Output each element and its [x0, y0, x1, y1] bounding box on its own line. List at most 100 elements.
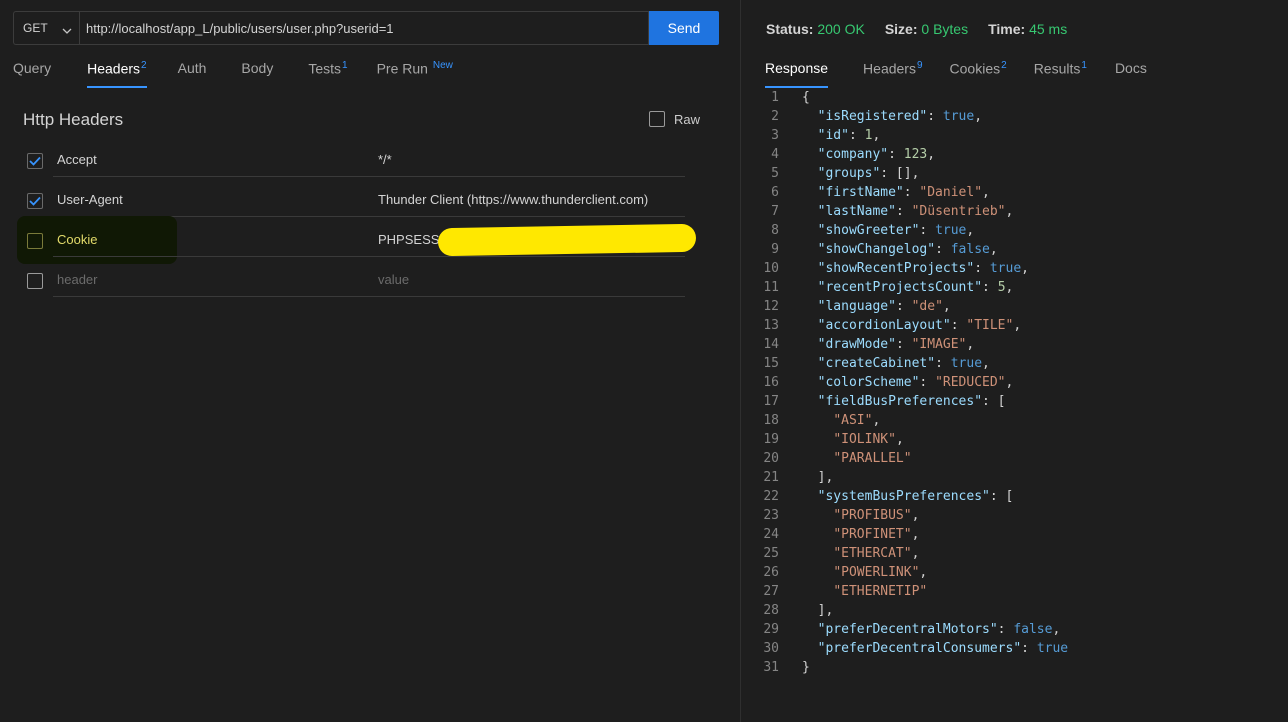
code-text: "firstName": "Daniel", — [817, 185, 990, 200]
header-value-input[interactable]: Thunder Client (https://www.thunderclien… — [374, 183, 685, 217]
line-number: 24 — [763, 527, 779, 542]
code-text: "IOLINK", — [833, 432, 904, 447]
checkbox-empty-icon[interactable] — [649, 111, 665, 127]
tab-headers[interactable]: Headers2 — [87, 60, 148, 88]
code-text: "showChangelog": false, — [817, 242, 998, 257]
line-number: 3 — [771, 128, 779, 143]
code-text: "accordionLayout": "TILE", — [817, 318, 1022, 333]
chevron-down-icon — [62, 24, 72, 38]
code-text: "showRecentProjects": true, — [817, 261, 1029, 276]
tab-auth[interactable]: Auth — [178, 60, 207, 88]
tab-tests[interactable]: Tests1 — [308, 60, 347, 88]
code-line: 7 "lastName": "Düsentrieb", — [741, 202, 1288, 221]
size-label: Size: — [884, 21, 918, 37]
header-row: Accept */* — [27, 143, 697, 177]
code-line: 4 "company": 123, — [741, 145, 1288, 164]
code-line: 22 "systemBusPreferences": [ — [741, 487, 1288, 506]
checkbox-empty-icon[interactable] — [27, 273, 43, 289]
tab-label: Pre Run — [376, 60, 428, 77]
header-key-input[interactable]: Accept — [53, 143, 391, 177]
line-number: 5 — [771, 166, 779, 181]
line-number: 17 — [763, 394, 779, 409]
method-label: GET — [23, 21, 48, 35]
tab-label: Auth — [177, 60, 207, 76]
tab-response[interactable]: Response — [765, 60, 829, 88]
checkbox-checked-icon[interactable] — [27, 153, 43, 169]
code-text: "recentProjectsCount": 5, — [817, 280, 1014, 295]
code-line: 10 "showRecentProjects": true, — [741, 259, 1288, 278]
send-button[interactable]: Send — [649, 11, 719, 45]
url-input[interactable]: http://localhost/app_L/public/users/user… — [79, 11, 649, 45]
line-number: 18 — [763, 413, 779, 428]
header-key-input[interactable]: User-Agent — [53, 183, 391, 217]
tab-label: Tests — [308, 60, 342, 77]
raw-label: Raw — [674, 111, 701, 127]
line-number: 26 — [763, 565, 779, 580]
code-text: "ETHERNETIP" — [833, 584, 928, 599]
header-key-placeholder[interactable]: header — [53, 263, 391, 297]
tab-badge: 1 — [342, 60, 348, 71]
header-key-input[interactable]: Cookie — [53, 223, 391, 257]
code-line: 13 "accordionLayout": "TILE", — [741, 316, 1288, 335]
line-number: 31 — [763, 660, 779, 675]
raw-toggle[interactable]: Raw — [649, 111, 700, 127]
status-field: Status: 200 OK — [766, 21, 865, 37]
code-text: "drawMode": "IMAGE", — [817, 337, 975, 352]
tab-results[interactable]: Results1 — [1034, 60, 1087, 88]
code-text: ], — [802, 470, 834, 485]
code-text: "createCabinet": true, — [817, 356, 990, 371]
line-number: 7 — [771, 204, 779, 219]
checkbox-checked-icon[interactable] — [27, 193, 43, 209]
tab-badge: 9 — [916, 60, 923, 71]
tab-query[interactable]: Query — [13, 60, 51, 88]
tab-label: Query — [13, 60, 52, 76]
header-row-new: header value — [27, 263, 697, 297]
code-line: 19 "IOLINK", — [741, 430, 1288, 449]
tab-label: Results — [1033, 60, 1081, 77]
section-title: Http Headers — [23, 110, 124, 129]
code-text: "ASI", — [833, 413, 881, 428]
tab-label: Headers — [87, 60, 141, 77]
tab-badge: 2 — [1001, 60, 1007, 71]
redaction-mark — [437, 223, 697, 257]
line-number: 16 — [763, 375, 779, 390]
code-text: "isRegistered": true, — [817, 109, 983, 124]
line-number: 9 — [771, 242, 779, 257]
time-field: Time: 45 ms — [988, 21, 1067, 37]
tab-body[interactable]: Body — [241, 60, 273, 88]
method-select[interactable]: GET — [13, 11, 79, 45]
header-value-placeholder[interactable]: value — [374, 263, 685, 297]
line-number: 15 — [763, 356, 779, 371]
code-line: 2 "isRegistered": true, — [741, 107, 1288, 126]
line-number: 19 — [763, 432, 779, 447]
checkbox-empty-icon[interactable] — [27, 233, 43, 249]
code-line: 12 "language": "de", — [741, 297, 1288, 316]
response-json-viewer[interactable]: 1{2 "isRegistered": true, 3 "id": 1, 4 "co… — [741, 88, 1288, 677]
tab-cookies[interactable]: Cookies2 — [950, 60, 1007, 88]
request-panel: GET http://localhost/app_L/public/users/… — [0, 0, 740, 722]
tab-badge: 2 — [141, 60, 147, 71]
code-text: "PARALLEL" — [833, 451, 912, 466]
tab-label: Headers — [863, 60, 916, 77]
code-line: 29 "preferDecentralMotors": false, — [741, 620, 1288, 639]
line-number: 14 — [763, 337, 779, 352]
code-text: "POWERLINK", — [833, 565, 928, 580]
code-text: { — [802, 90, 810, 105]
tab-label: Cookies — [949, 60, 1001, 77]
code-text: ], — [802, 603, 834, 618]
response-panel: Status: 200 OK Size: 0 Bytes Time: 45 ms… — [741, 0, 1288, 722]
request-tabs: Query Headers2 Auth Body Tests1 Pre Run … — [13, 60, 453, 88]
tab-badge: New — [432, 60, 453, 71]
tab-response-headers[interactable]: Headers9 — [863, 60, 922, 88]
url-text: http://localhost/app_L/public/users/user… — [86, 20, 394, 36]
tab-docs[interactable]: Docs — [1115, 60, 1147, 88]
line-number: 4 — [771, 147, 779, 162]
code-line: 17 "fieldBusPreferences": [ — [741, 392, 1288, 411]
code-text: "colorScheme": "REDUCED", — [817, 375, 1014, 390]
code-line: 27 "ETHERNETIP" — [741, 582, 1288, 601]
code-line: 1{ — [741, 88, 1288, 107]
tab-pre-run[interactable]: Pre Run New — [377, 60, 453, 88]
header-value-input[interactable]: */* — [374, 143, 685, 177]
line-number: 2 — [771, 109, 779, 124]
code-line: 18 "ASI", — [741, 411, 1288, 430]
